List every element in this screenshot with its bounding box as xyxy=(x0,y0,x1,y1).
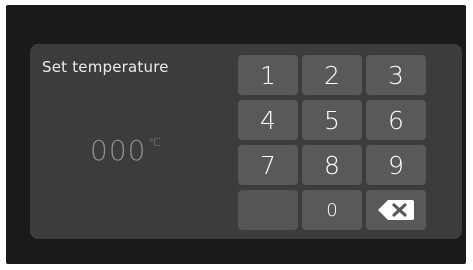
backspace-button[interactable] xyxy=(366,190,426,230)
temperature-dialog: Set temperature 000 ℃ 1 2 3 4 5 6 7 8 9 0 xyxy=(30,44,462,239)
key-5[interactable]: 5 xyxy=(302,100,362,140)
key-7[interactable]: 7 xyxy=(238,145,298,185)
key-6[interactable]: 6 xyxy=(366,100,426,140)
key-2[interactable]: 2 xyxy=(302,55,362,95)
dialog-title: Set temperature xyxy=(42,58,169,76)
key-4[interactable]: 4 xyxy=(238,100,298,140)
temperature-unit: ℃ xyxy=(148,136,161,149)
temperature-readout: 000 ℃ xyxy=(90,134,161,167)
key-8[interactable]: 8 xyxy=(302,145,362,185)
key-3[interactable]: 3 xyxy=(366,55,426,95)
temperature-value: 000 xyxy=(90,134,147,167)
key-9[interactable]: 9 xyxy=(366,145,426,185)
key-1[interactable]: 1 xyxy=(238,55,298,95)
backspace-icon xyxy=(376,198,416,222)
device-screen: Set temperature 000 ℃ 1 2 3 4 5 6 7 8 9 0 xyxy=(6,5,466,264)
key-0[interactable]: 0 xyxy=(302,190,362,230)
key-blank xyxy=(238,190,298,230)
